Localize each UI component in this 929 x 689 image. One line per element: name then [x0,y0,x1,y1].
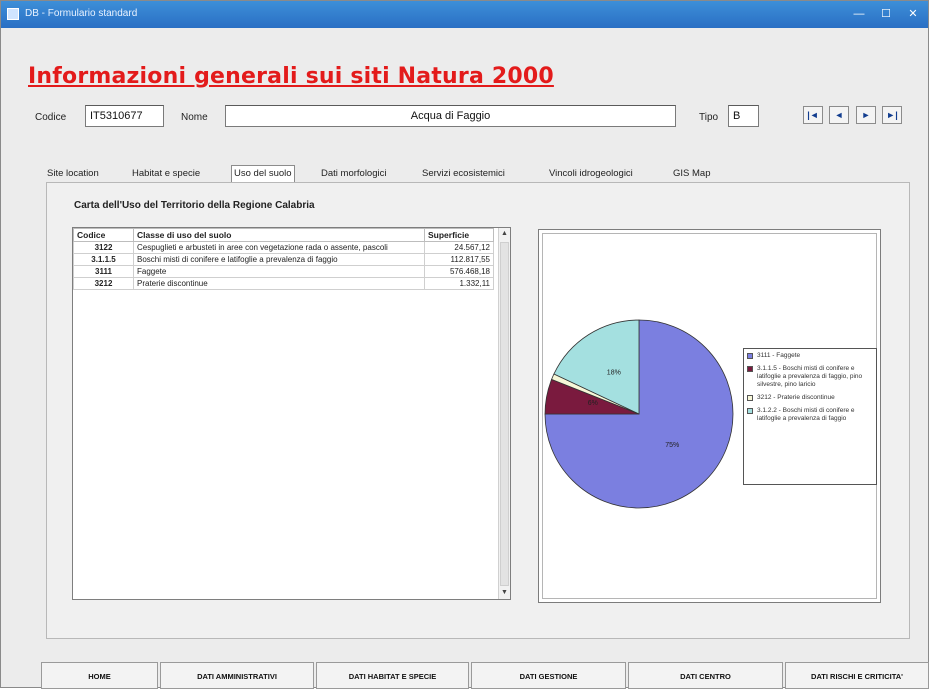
previous-record-button[interactable]: ◄ [829,106,849,124]
nome-field[interactable]: Acqua di Faggio [225,105,676,127]
tab-vincoli-idrogeologici[interactable]: Vincoli idrogeologici [547,166,635,182]
tab-uso-del-suolo[interactable]: Uso del suolo [231,165,295,183]
legend-swatch [747,395,753,401]
cell-classe: Boschi misti di conifere e latifoglie a … [133,253,425,266]
legend-item: 3.1.1.5 - Boschi misti di conifere e lat… [747,365,873,389]
cell-codice: 3.1.1.5 [73,253,134,266]
bottom-tab-dati-habitat-specie[interactable]: DATI HABITAT E SPECIE [316,662,469,689]
table-row[interactable]: 3111 Faggete 576.468,18 [73,265,494,278]
codice-label: Codice [35,112,67,123]
table-scrollbar[interactable]: ▲ ▼ [498,228,510,599]
legend-item: 3111 - Faggete [747,352,873,360]
legend-label: 3.1.1.5 - Boschi misti di conifere e lat… [757,365,863,388]
cell-classe: Cespuglieti e arbusteti in aree con vege… [133,241,425,254]
cell-classe: Faggete [133,265,425,278]
bottom-tab-dati-amministrativi[interactable]: DATI AMMINISTRATIVI [160,662,314,689]
first-record-button[interactable]: |◄ [803,106,823,124]
legend-swatch [747,366,753,372]
legend-label: 3.1.2.2 - Boschi misti di conifere e lat… [757,407,855,422]
cell-superficie: 1.332,11 [424,277,494,290]
close-button[interactable]: ✕ [900,5,926,23]
codice-field[interactable]: IT5310677 [85,105,164,127]
legend-label: 3212 - Praterie discontinue [757,394,835,401]
cell-superficie: 24.567,12 [424,241,494,254]
table-row[interactable]: 3122 Cespuglieti e arbusteti in aree con… [73,241,494,254]
table-header-row: Codice Classe di uso del suolo Superfici… [73,228,494,242]
legend-swatch [747,408,753,414]
cell-superficie: 112.817,55 [424,253,494,266]
scroll-up-icon[interactable]: ▲ [499,228,510,240]
nome-label: Nome [181,112,208,123]
title-bar: DB - Formulario standard — ☐ ✕ [1,1,928,28]
cell-codice: 3212 [73,277,134,290]
bottom-tab-dati-rischi[interactable]: DATI RISCHI E CRITICITA' [785,662,929,689]
bottom-navigation: HOME DATI AMMINISTRATIVI DATI HABITAT E … [41,662,929,689]
tab-site-location[interactable]: Site location [45,166,101,182]
section-title: Carta dell'Uso del Territorio della Regi… [74,200,315,211]
scroll-down-icon[interactable]: ▼ [499,587,510,599]
maximize-button[interactable]: ☐ [873,5,899,23]
scroll-thumb[interactable] [500,242,509,586]
cell-classe: Praterie discontinue [133,277,425,290]
table-row[interactable]: 3.1.1.5 Boschi misti di conifere e latif… [73,253,494,266]
legend-swatch [747,353,753,359]
cell-codice: 3111 [73,265,134,278]
column-header-classe[interactable]: Classe di uso del suolo [133,228,425,242]
legend-item: 3.1.2.2 - Boschi misti di conifere e lat… [747,407,873,423]
table-row[interactable]: 3212 Praterie discontinue 1.332,11 [73,277,494,290]
last-record-button[interactable]: ►| [882,106,902,124]
legend-label: 3111 - Faggete [757,352,801,359]
bottom-tab-dati-gestione[interactable]: DATI GESTIONE [471,662,626,689]
page-title: Informazioni generali sui siti Natura 20… [28,64,554,89]
application-window: DB - Formulario standard — ☐ ✕ Informazi… [0,0,929,689]
minimize-button[interactable]: — [846,5,872,23]
column-header-superficie[interactable]: Superficie [424,228,494,242]
chart-legend: 3111 - Faggete 3.1.1.5 - Boschi misti di… [743,348,877,485]
window-title: DB - Formulario standard [25,8,138,19]
tipo-field[interactable]: B [728,105,759,127]
cell-superficie: 576.468,18 [424,265,494,278]
tab-dati-morfologici[interactable]: Dati morfologici [319,166,388,182]
column-header-codice[interactable]: Codice [73,228,134,242]
tab-servizi-ecosistemici[interactable]: Servizi ecosistemici [420,166,507,182]
tab-gis-map[interactable]: GIS Map [671,166,713,182]
legend-item: 3212 - Praterie discontinue [747,394,873,402]
cell-codice: 3122 [73,241,134,254]
tab-habitat-specie[interactable]: Habitat e specie [130,166,202,182]
bottom-tab-dati-centro[interactable]: DATI CENTRO [628,662,783,689]
land-use-table[interactable]: Codice Classe di uso del suolo Superfici… [72,227,511,600]
tipo-label: Tipo [699,112,719,123]
bottom-tab-home[interactable]: HOME [41,662,158,689]
next-record-button[interactable]: ► [856,106,876,124]
app-icon [7,8,19,20]
